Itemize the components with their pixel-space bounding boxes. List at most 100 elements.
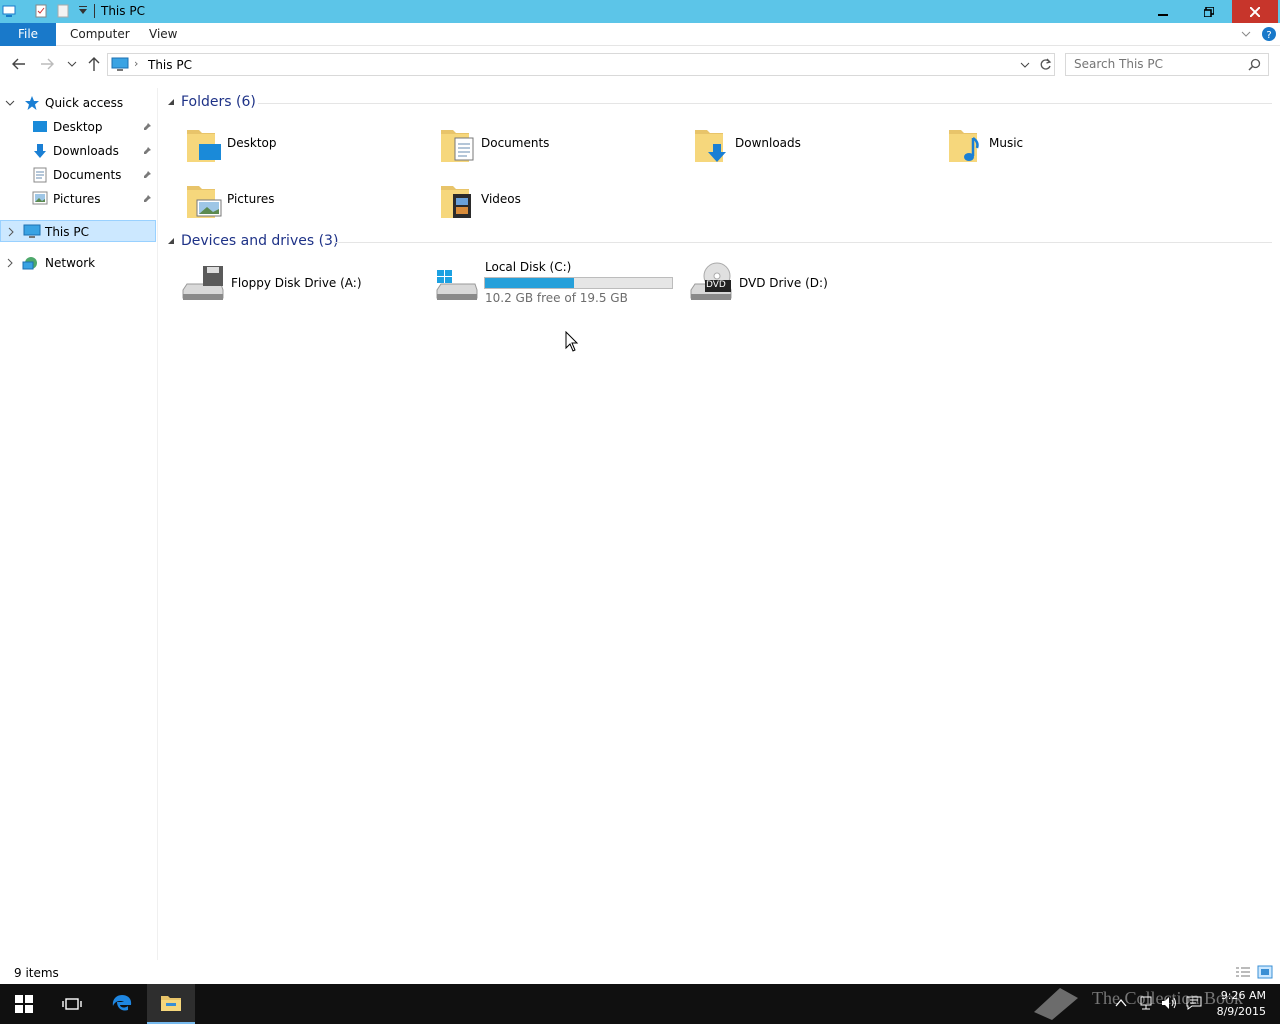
expand-chevron-icon[interactable]: [6, 258, 14, 268]
drive-usage-fill: [485, 278, 575, 288]
documents-folder-icon: [441, 130, 474, 162]
help-icon[interactable]: ?: [1262, 27, 1276, 41]
search-box[interactable]: [1065, 53, 1269, 76]
folders-group-heading[interactable]: Folders (6): [181, 94, 256, 114]
drive-label: Floppy Disk Drive (A:): [231, 276, 362, 290]
folder-tile-documents[interactable]: Documents: [435, 118, 685, 170]
desktop-icon: [33, 121, 47, 132]
details-view-icon[interactable]: [1235, 966, 1251, 979]
edge-browser-button[interactable]: [98, 984, 146, 1024]
folder-tile-videos[interactable]: Videos: [435, 174, 685, 226]
folder-label: Pictures: [227, 192, 275, 206]
network-tray-icon[interactable]: [1138, 995, 1154, 1011]
restore-icon: [1204, 6, 1214, 17]
properties-icon[interactable]: [34, 4, 48, 18]
desktop-folder-icon: [187, 130, 221, 162]
local-disk-icon: [436, 270, 478, 300]
address-bar[interactable]: › This PC: [107, 53, 1055, 76]
sidebar-item-documents[interactable]: Documents: [0, 164, 156, 186]
task-view-icon: [62, 998, 82, 1010]
this-pc-icon: [23, 224, 41, 238]
watermark-book-icon: [1034, 988, 1078, 1020]
task-view-button[interactable]: [48, 984, 96, 1024]
sidebar-item-quick-access[interactable]: Quick access: [0, 92, 156, 114]
title-separator: [94, 4, 95, 18]
breadcrumb[interactable]: This PC: [148, 58, 192, 72]
sidebar-item-downloads[interactable]: Downloads: [0, 140, 156, 162]
documents-icon: [33, 167, 47, 183]
clock-date: 8/9/2015: [1216, 1005, 1266, 1018]
pin-icon[interactable]: [142, 122, 152, 132]
folder-label: Videos: [481, 192, 521, 206]
volume-icon[interactable]: [1160, 995, 1178, 1011]
action-center-icon[interactable]: [1186, 995, 1202, 1011]
drive-tile-local-disk-c[interactable]: Local Disk (C:) 10.2 GB free of 19.5 GB: [431, 258, 681, 310]
sidebar-item-label: Downloads: [53, 144, 119, 158]
taskbar: The Collection Book 9:26 AM 8/9/2015: [0, 984, 1280, 1024]
floppy-drive-icon: [182, 266, 224, 300]
restore-button[interactable]: [1186, 0, 1232, 23]
file-explorer-icon: [161, 996, 181, 1011]
sidebar-item-label: Quick access: [45, 96, 124, 110]
refresh-icon[interactable]: [1039, 58, 1052, 71]
music-folder-icon: [949, 130, 979, 162]
folder-label: Documents: [481, 136, 550, 150]
folder-tile-music[interactable]: Music: [943, 118, 1193, 170]
computer-icon[interactable]: [2, 4, 16, 18]
downloads-folder-icon: [695, 130, 726, 162]
sidebar-item-label: This PC: [45, 225, 89, 239]
videos-folder-icon: [441, 186, 471, 218]
drive-usage-bar: [484, 277, 673, 289]
svg-text:?: ?: [1266, 30, 1271, 41]
recent-locations-icon[interactable]: [67, 60, 77, 68]
folder-tile-downloads[interactable]: Downloads: [689, 118, 939, 170]
pin-icon[interactable]: [142, 170, 152, 180]
drive-tile-dvd-d[interactable]: DVD DVD Drive (D:): [685, 258, 935, 310]
pin-icon[interactable]: [142, 146, 152, 156]
new-folder-icon[interactable]: [56, 4, 70, 18]
sidebar-item-label: Network: [45, 256, 96, 270]
collapse-group-icon[interactable]: [167, 98, 175, 106]
taskbar-clock[interactable]: 9:26 AM 8/9/2015: [1217, 988, 1266, 1020]
collapse-chevron-icon[interactable]: [5, 99, 15, 107]
network-icon: [22, 257, 37, 270]
show-hidden-icons-icon[interactable]: [1115, 998, 1127, 1008]
collapse-group-icon[interactable]: [167, 237, 175, 245]
address-dropdown-icon[interactable]: [1020, 61, 1030, 69]
sidebar-item-desktop[interactable]: Desktop: [0, 116, 156, 138]
breadcrumb-separator-icon[interactable]: ›: [134, 57, 138, 70]
status-bar: 9 items: [0, 962, 1280, 984]
folder-tile-desktop[interactable]: Desktop: [181, 118, 431, 170]
minimize-button[interactable]: [1140, 0, 1186, 23]
forward-icon[interactable]: [39, 57, 55, 71]
expand-ribbon-icon[interactable]: [1241, 30, 1251, 38]
item-count: 9 items: [14, 966, 59, 980]
customize-qat-icon[interactable]: [76, 4, 90, 18]
tab-view[interactable]: View: [137, 23, 189, 46]
back-icon[interactable]: [11, 57, 27, 71]
file-explorer-taskbar-button[interactable]: [147, 984, 195, 1024]
clock-time: 9:26 AM: [1220, 989, 1266, 1002]
expand-chevron-icon[interactable]: [7, 227, 15, 237]
drive-label: Local Disk (C:): [485, 260, 572, 274]
folder-label: Downloads: [735, 136, 801, 150]
tab-computer[interactable]: Computer: [58, 23, 142, 46]
large-icons-view-icon[interactable]: [1257, 965, 1273, 979]
close-icon: [1250, 6, 1260, 17]
tab-file[interactable]: File: [0, 23, 56, 46]
search-icon[interactable]: [1248, 58, 1261, 71]
sidebar-item-network[interactable]: Network: [0, 252, 156, 274]
pin-icon[interactable]: [142, 194, 152, 204]
sidebar-item-label: Documents: [53, 168, 122, 182]
close-button[interactable]: [1232, 0, 1278, 23]
start-button[interactable]: [0, 984, 48, 1024]
sidebar-item-pictures[interactable]: Pictures: [0, 188, 156, 210]
this-pc-icon: [111, 57, 129, 71]
drive-tile-floppy[interactable]: Floppy Disk Drive (A:): [177, 258, 427, 310]
edge-icon: [112, 995, 132, 1011]
up-icon[interactable]: [87, 56, 101, 72]
drives-group-heading[interactable]: Devices and drives (3): [181, 233, 338, 253]
sidebar-item-this-pc[interactable]: This PC: [0, 220, 156, 242]
folder-tile-pictures[interactable]: Pictures: [181, 174, 431, 226]
search-input[interactable]: [1074, 57, 1244, 71]
